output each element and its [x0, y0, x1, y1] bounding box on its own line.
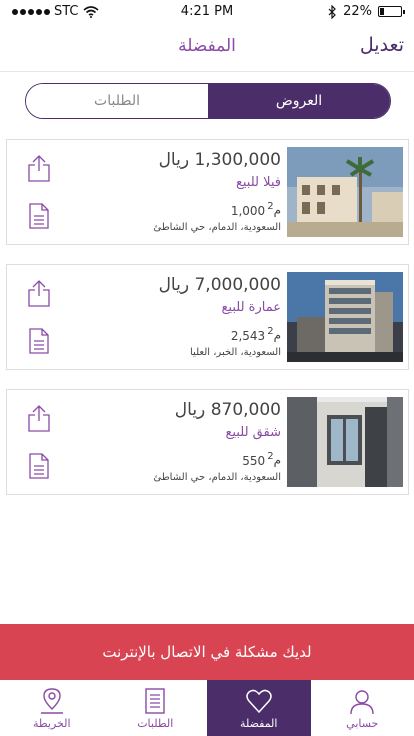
area-unit: م — [273, 453, 281, 467]
area-value: 1,000 — [230, 204, 266, 218]
share-icon[interactable] — [27, 404, 51, 432]
listing-location: السعودية، الخبر، العليا — [190, 347, 281, 358]
user-icon — [350, 689, 374, 714]
battery-percent: 22% — [343, 4, 372, 19]
status-bar: STC 4:21 PM 22% — [0, 0, 414, 22]
tab-label-account: حسابي — [346, 716, 379, 730]
listing-photo — [287, 147, 403, 237]
heart-icon — [246, 689, 272, 713]
listing-photo — [287, 272, 403, 362]
listing-area: 550 م2 — [242, 448, 281, 469]
tab-map[interactable]: الخريطة — [0, 680, 104, 736]
listing-card[interactable]: 1,300,000 ريال فيلا للبيع 1,000 م2 السعو… — [6, 139, 409, 245]
tab-bar: حسابي المفضلة الطلبات الخريطة — [0, 680, 414, 736]
listing-type: فيلا للبيع — [235, 175, 281, 190]
listing-type: شقق للبيع — [225, 425, 281, 440]
listing-area: 1,000 م2 — [230, 198, 281, 219]
battery-fill — [380, 8, 384, 15]
segmented-control: العروض الطلبات — [25, 83, 391, 119]
tab-account[interactable]: حسابي — [311, 680, 414, 736]
connection-error-banner: لديك مشكلة في الاتصال بالإنترنت — [0, 624, 414, 680]
listing-type: عمارة للبيع — [221, 300, 281, 315]
tab-requests-nav[interactable]: الطلبات — [104, 680, 208, 736]
document-icon — [145, 687, 165, 714]
listing-price: 870,000 ريال — [174, 400, 281, 420]
nav-bar: المفضلة تعديل — [0, 22, 414, 72]
bluetooth-icon — [328, 4, 336, 19]
battery-icon — [378, 6, 405, 17]
document-icon[interactable] — [27, 327, 51, 355]
share-icon[interactable] — [27, 154, 51, 182]
share-icon[interactable] — [27, 279, 51, 307]
tab-requests[interactable]: الطلبات — [26, 84, 208, 118]
tab-label-map: الخريطة — [32, 716, 71, 730]
listing-card[interactable]: 870,000 ريال شقق للبيع 550 م2 السعودية، … — [6, 389, 409, 495]
tab-label-favorites: المفضلة — [240, 716, 278, 730]
area-unit: م — [273, 203, 281, 217]
document-icon[interactable] — [27, 202, 51, 230]
status-right: 22% — [328, 4, 405, 19]
area-unit: م — [273, 328, 281, 342]
listing-area: 2,543 م2 — [230, 323, 281, 344]
tab-offers[interactable]: العروض — [208, 84, 390, 118]
listing-location: السعودية، الدمام، حي الشاطئ — [153, 472, 281, 483]
edit-button[interactable]: تعديل — [360, 34, 404, 56]
area-value: 2,543 — [230, 329, 266, 343]
area-value: 550 — [242, 454, 266, 468]
listing-card[interactable]: 7,000,000 ريال عمارة للبيع 2,543 م2 السع… — [6, 264, 409, 370]
tab-label-requests: الطلبات — [137, 716, 174, 730]
page-title: المفضلة — [178, 36, 236, 56]
tab-favorites[interactable]: المفضلة — [207, 680, 311, 736]
document-icon[interactable] — [27, 452, 51, 480]
listing-price: 1,300,000 ريال — [158, 150, 281, 170]
map-pin-icon — [40, 687, 63, 714]
listing-location: السعودية، الدمام، حي الشاطئ — [153, 222, 281, 233]
listing-price: 7,000,000 ريال — [158, 275, 281, 295]
listing-photo — [287, 397, 403, 487]
